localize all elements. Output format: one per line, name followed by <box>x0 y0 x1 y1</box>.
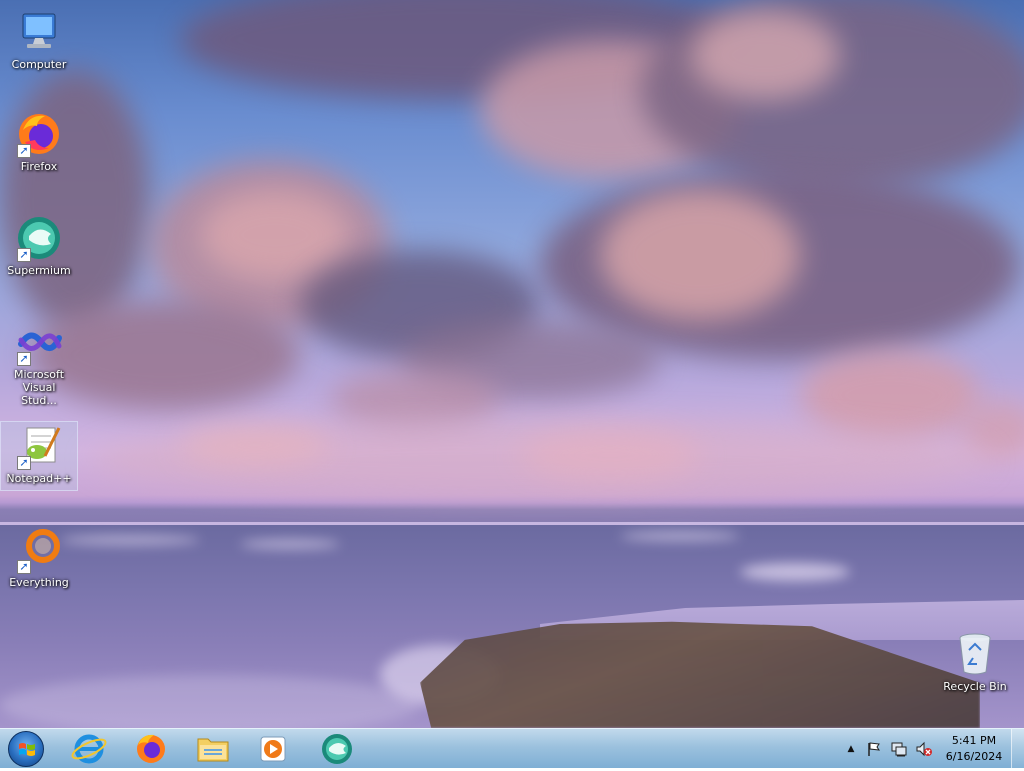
action-center-flag-icon[interactable] <box>866 741 882 757</box>
desktop-icon-label: Computer <box>11 58 67 71</box>
supermium-icon <box>322 734 352 764</box>
visual-studio-icon: ➚ <box>15 318 63 366</box>
computer-icon <box>15 8 63 56</box>
desktop-icon-supermium[interactable]: ➚ Supermium <box>1 214 77 284</box>
shortcut-arrow-icon: ➚ <box>17 352 31 366</box>
taskbar-media-player[interactable] <box>250 731 296 767</box>
desktop-icon-label: Firefox <box>20 160 58 173</box>
shortcut-arrow-icon: ➚ <box>17 456 31 470</box>
desktop-icon-label: Notepad++ <box>6 472 72 485</box>
desktop-icon-notepad-plus-plus[interactable]: ➚ Notepad++ <box>0 421 78 491</box>
windows-logo-icon <box>19 743 35 756</box>
desktop-icon-firefox[interactable]: ➚ Firefox <box>1 110 77 180</box>
desktop-icon-label: Supermium <box>7 264 71 277</box>
firefox-icon <box>137 734 165 763</box>
file-explorer-icon <box>197 738 229 762</box>
taskbar-supermium[interactable] <box>314 731 360 767</box>
taskbar: ▲ 5:41 PM 6/16/2024 <box>0 728 1024 768</box>
supermium-icon: ➚ <box>15 214 63 262</box>
clock-time: 5:41 PM <box>951 734 997 747</box>
taskbar-file-explorer[interactable] <box>190 731 236 767</box>
desktop-wallpaper <box>0 0 1024 728</box>
desktop-icon-visual-studio[interactable]: ➚ Microsoft Visual Stud... <box>1 318 77 407</box>
shortcut-arrow-icon: ➚ <box>17 144 31 158</box>
desktop-icon-everything[interactable]: ➚ Everything <box>1 526 77 596</box>
taskbar-firefox[interactable] <box>128 731 174 767</box>
firefox-icon: ➚ <box>15 110 63 158</box>
desktop-icon-computer[interactable]: Computer <box>1 8 77 76</box>
shortcut-arrow-icon: ➚ <box>17 560 31 574</box>
start-button[interactable] <box>8 731 44 767</box>
desktop-icon-label: Microsoft Visual Stud... <box>13 368 65 407</box>
internet-explorer-icon <box>71 734 107 764</box>
desktop-icon-recycle-bin[interactable]: Recycle Bin <box>937 630 1013 698</box>
taskbar-internet-explorer[interactable] <box>66 731 112 767</box>
network-icon[interactable] <box>890 741 908 757</box>
tray-show-hidden-icons[interactable]: ▲ <box>845 742 857 756</box>
notepad-plus-plus-icon: ➚ <box>15 422 63 470</box>
desktop-icon-label: Recycle Bin <box>943 680 1007 693</box>
everything-search-icon: ➚ <box>15 526 63 574</box>
show-desktop-button[interactable] <box>1011 729 1024 768</box>
desktop-icon-label: Everything <box>9 576 69 589</box>
recycle-bin-icon <box>951 630 999 678</box>
taskbar-clock[interactable]: 5:41 PM 6/16/2024 <box>938 733 1010 765</box>
clock-date: 6/16/2024 <box>945 750 1003 763</box>
media-player-icon <box>260 736 286 762</box>
shortcut-arrow-icon: ➚ <box>17 248 31 262</box>
volume-muted-icon[interactable] <box>915 741 933 757</box>
